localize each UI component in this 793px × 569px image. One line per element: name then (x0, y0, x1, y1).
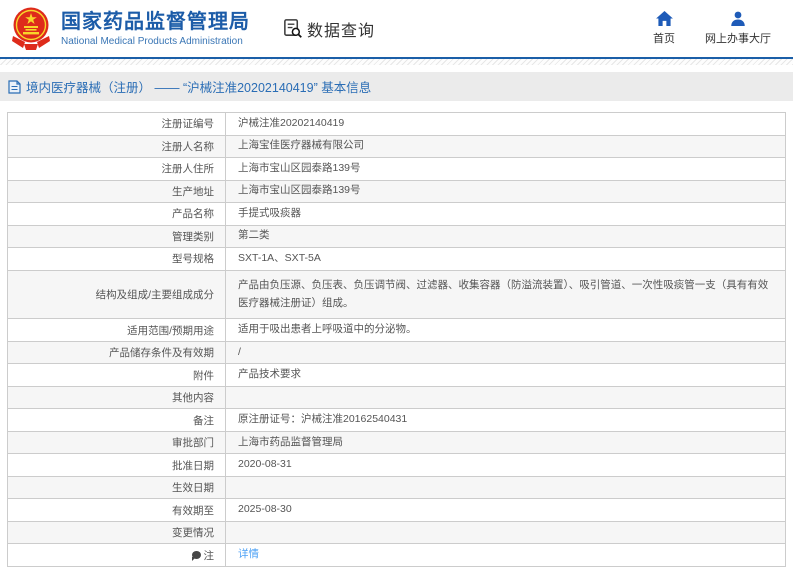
row-label: 产品储存条件及有效期 (8, 341, 226, 364)
agency-title-block: 国家药品监督管理局 National Medical Products Admi… (61, 11, 250, 47)
table-row: 型号规格 SXT-1A、SXT-5A (8, 248, 785, 271)
row-value: 上海宝佳医疗器械有限公司 (238, 139, 364, 152)
row-label: 有效期至 (8, 499, 226, 521)
row-value (226, 522, 785, 544)
row-value: 2020-08-31 (238, 458, 292, 471)
row-label: 注 (8, 544, 226, 566)
row-label: 型号规格 (8, 248, 226, 270)
info-table: 注册证编号 沪械注准20202140419 注册人名称 上海宝佳医疗器械有限公司 注册人… (7, 112, 786, 567)
nav-home[interactable]: 首页 (653, 11, 675, 46)
row-value: 上海市宝山区园泰路139号 (238, 184, 361, 197)
table-row: 注册人住所 上海市宝山区园泰路139号 (8, 158, 785, 181)
table-row: 适用范围/预期用途 适用于吸出患者上呼吸道中的分泌物。 (8, 319, 785, 342)
table-row: 生效日期 (8, 476, 785, 500)
national-emblem-icon (12, 7, 50, 50)
agency-name-en: National Medical Products Administration (61, 35, 243, 47)
table-row: 批准日期 2020-08-31 (8, 454, 785, 477)
data-query-label: 数据查询 (307, 22, 376, 40)
row-label: 批准日期 (8, 454, 226, 476)
table-row: 管理类别 第二类 (8, 225, 785, 248)
row-label: 适用范围/预期用途 (8, 319, 226, 341)
table-row: 审批部门 上海市药品监督管理局 (8, 431, 785, 455)
row-value: 沪械注准20202140419 (238, 116, 345, 129)
row-label: 备注 (8, 409, 226, 431)
table-row: 产品名称 手提式吸痰器 (8, 203, 785, 226)
table-row: 产品储存条件及有效期 / (8, 341, 785, 365)
row-label: 产品名称 (8, 203, 226, 225)
nav-online-hall-label: 网上办事大厅 (705, 33, 771, 45)
row-value: 详情 (226, 544, 785, 566)
document-icon (8, 79, 21, 94)
row-value: 产品技术要求 (238, 368, 301, 381)
row-label: 结构及组成/主要组成成分 (8, 270, 226, 319)
row-value: 手提式吸痰器 (238, 206, 301, 219)
row-value: 原注册证号：沪械注准20162540431 (238, 413, 408, 426)
row-label: 审批部门 (8, 431, 226, 454)
row-value: SXT-1A、SXT-5A (238, 251, 321, 264)
table-row: 变更情况 (8, 521, 785, 545)
row-label: 附件 (8, 364, 226, 386)
row-label: 其他内容 (8, 386, 226, 409)
table-row: 注册证编号 沪械注准20202140419 (8, 113, 785, 136)
page-header: 国家药品监督管理局 National Medical Products Admi… (0, 0, 793, 57)
row-value: 上海市宝山区园泰路139号 (238, 161, 361, 174)
row-label: 生产地址 (8, 180, 226, 202)
top-nav: 首页 网上办事大厅 (653, 11, 771, 46)
row-label: 注册人名称 (8, 135, 226, 157)
table-row: 附件 产品技术要求 (8, 364, 785, 387)
row-value: 适用于吸出患者上呼吸道中的分泌物。 (238, 323, 417, 336)
data-query-section[interactable]: 数据查询 (282, 17, 375, 41)
table-row: 注详情 (8, 544, 785, 567)
home-icon (655, 11, 673, 26)
note-icon (191, 551, 201, 562)
table-row: 生产地址 上海市宝山区园泰路139号 (8, 180, 785, 203)
row-value: 产品由负压源、负压表、负压调节阀、过滤器、收集容器（防溢流装置）、吸引管道、一次… (238, 278, 769, 310)
row-label: 生效日期 (8, 476, 226, 499)
breadcrumb: 境内医疗器械（注册） —— “沪械注准20202140419” 基本信息 (0, 72, 793, 101)
row-value (226, 477, 785, 499)
table-row: 备注 原注册证号：沪械注准20162540431 (8, 409, 785, 432)
row-value (226, 387, 785, 409)
detail-link[interactable]: 详情 (238, 547, 259, 563)
row-label: 注册人住所 (8, 158, 226, 180)
nav-online-hall[interactable]: 网上办事大厅 (705, 11, 771, 46)
row-label: 注册证编号 (8, 113, 226, 135)
row-label: 管理类别 (8, 225, 226, 247)
user-icon (731, 11, 745, 26)
table-row: 有效期至 2025-08-30 (8, 499, 785, 522)
row-value: 第二类 (238, 229, 270, 242)
table-row: 其他内容 (8, 386, 785, 410)
data-query-icon (284, 19, 302, 38)
row-label: 变更情况 (8, 521, 226, 544)
nav-home-label: 首页 (653, 33, 675, 45)
breadcrumb-text: 境内医疗器械（注册） —— “沪械注准20202140419” 基本信息 (26, 81, 372, 95)
table-row: 结构及组成/主要组成成分 产品由负压源、负压表、负压调节阀、过滤器、收集容器（防溢… (8, 270, 785, 320)
agency-name-cn: 国家药品监督管理局 (61, 10, 250, 33)
row-value: / (238, 345, 241, 358)
row-value: 上海市药品监督管理局 (238, 435, 343, 448)
table-row: 注册人名称 上海宝佳医疗器械有限公司 (8, 135, 785, 158)
row-value: 2025-08-30 (238, 503, 292, 516)
